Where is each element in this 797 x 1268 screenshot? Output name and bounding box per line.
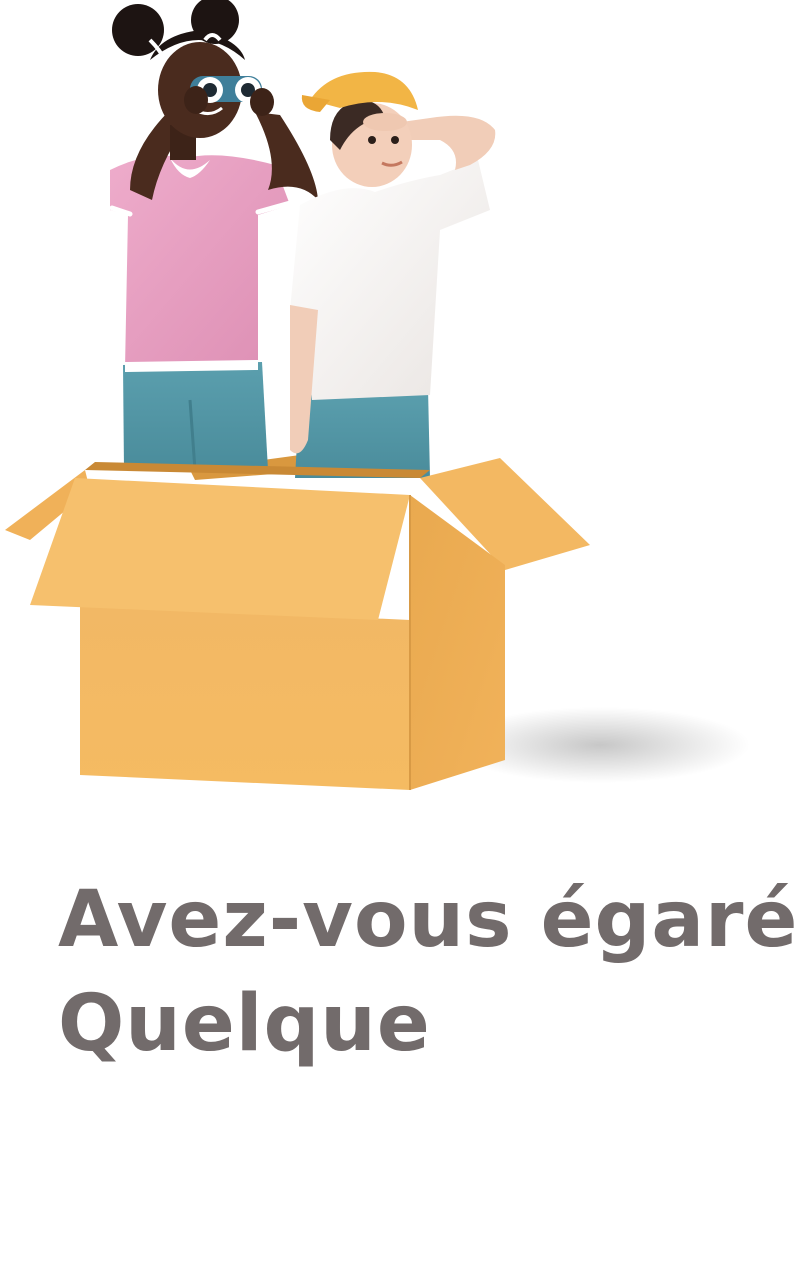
boy-figure	[290, 71, 496, 478]
children-in-cardboard-box-illustration	[5, 0, 750, 790]
headline-line-2: Quelque	[58, 979, 431, 1069]
headline-line-1: Avez-vous égaré	[58, 875, 797, 965]
girl-figure	[109, 0, 318, 471]
empty-state-headline: Avez-vous égaré Quelque	[58, 868, 797, 1076]
empty-state-screen: Avez-vous égaré Quelque	[0, 0, 797, 1268]
cardboard-box	[5, 458, 590, 790]
